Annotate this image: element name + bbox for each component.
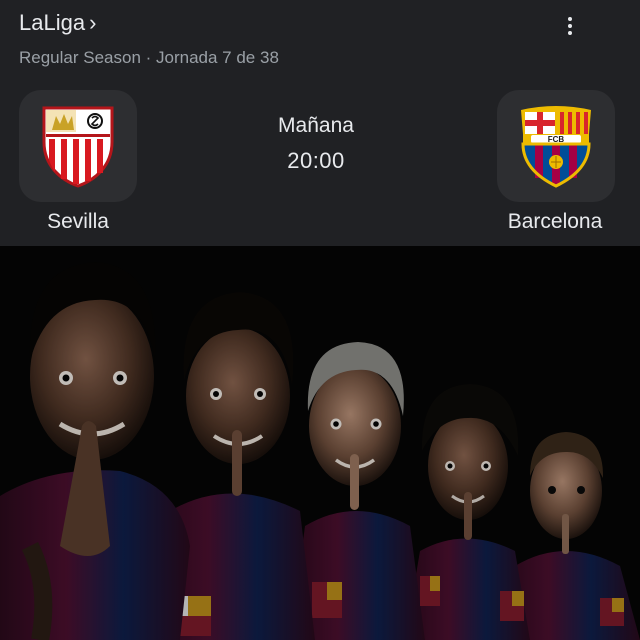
barcelona-crest-icon: FCB (521, 106, 591, 188)
match-time: 20:00 (287, 148, 345, 173)
season-subtitle: Regular Season · Jornada 7 de 38 (19, 48, 279, 67)
sevilla-crest-icon (42, 106, 114, 188)
league-title: LaLiga (19, 10, 86, 35)
away-team-name: Barcelona (507, 210, 603, 233)
home-team-name: Sevilla (47, 210, 109, 233)
more-options-icon[interactable] (556, 12, 584, 40)
match-card: LaLiga › Regular Season · Jornada 7 de 3… (0, 0, 640, 246)
match-info: Mañana 20:00 (236, 114, 396, 174)
away-team-logo[interactable]: FCB (497, 90, 615, 202)
match-day: Mañana (278, 114, 354, 137)
home-team-logo[interactable] (19, 90, 137, 202)
chevron-right-icon: › (89, 10, 97, 35)
league-link[interactable]: LaLiga › (19, 10, 96, 36)
hero-image[interactable] (0, 246, 640, 640)
